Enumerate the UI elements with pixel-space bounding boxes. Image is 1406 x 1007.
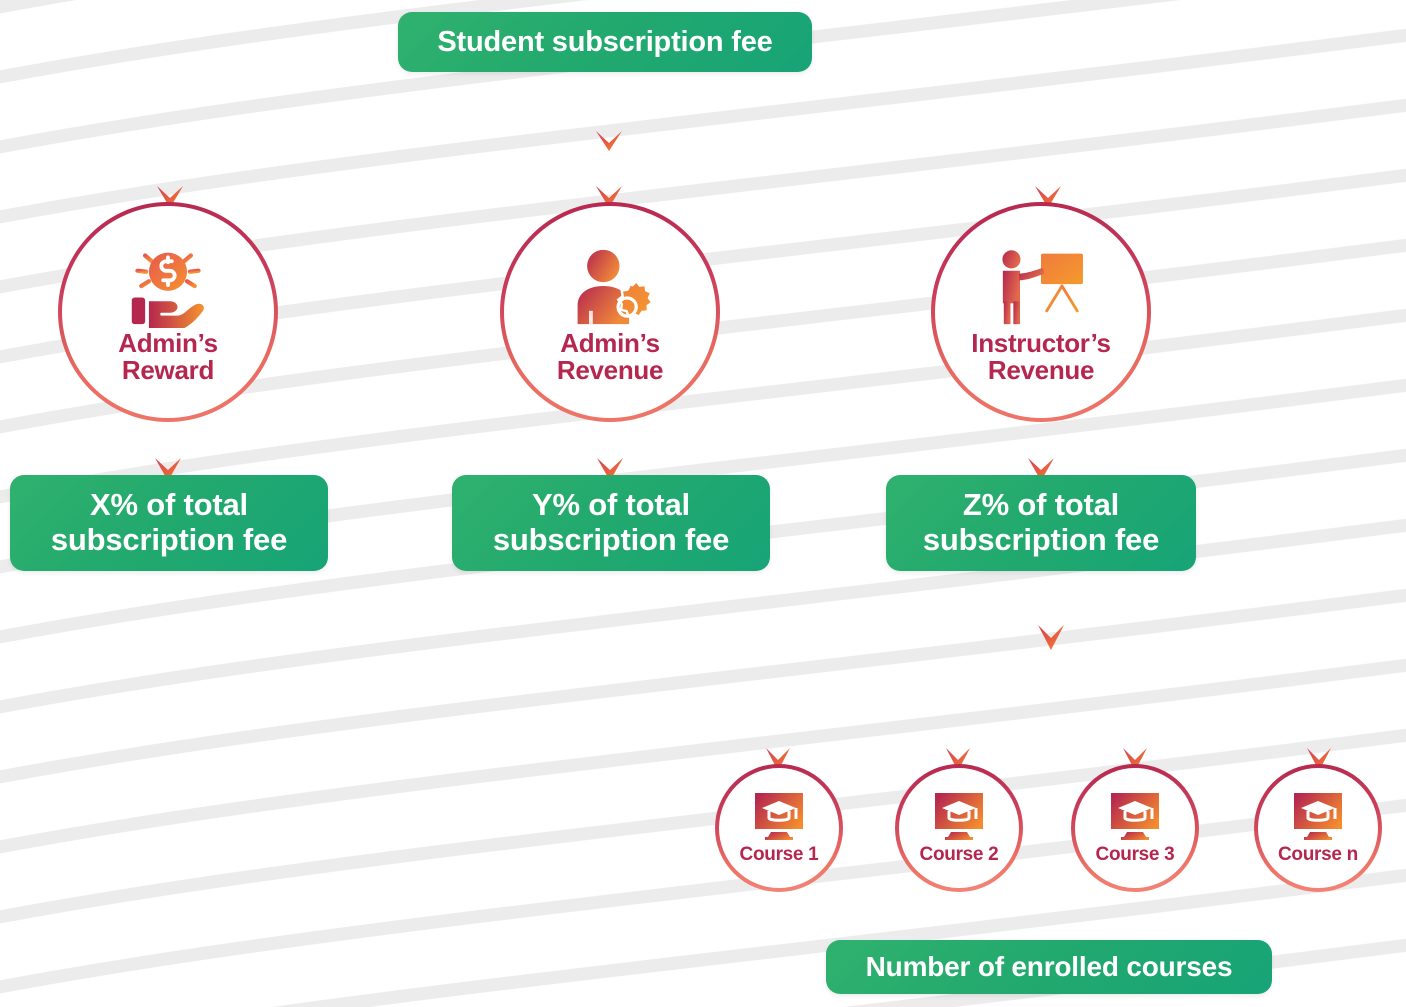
- hand-holding-coin-icon: [131, 252, 204, 328]
- share-box-label: X% of total subscription fee: [50, 487, 288, 557]
- course-monitor-graduation-cap-icon: [1111, 792, 1159, 840]
- enrolled-courses-box[interactable]: Number of enrolled courses: [826, 940, 1272, 994]
- course-label: Course 2: [919, 843, 999, 865]
- course-monitor-graduation-cap-icon: [755, 792, 803, 840]
- node-admin-revenue[interactable]: Admin’s Revenue: [500, 202, 720, 422]
- course-node-3[interactable]: Course 3: [1071, 764, 1199, 892]
- course-monitor-graduation-cap-icon: [1294, 792, 1342, 840]
- course-label: Course 3: [1095, 843, 1175, 865]
- user-gear-icon: [577, 249, 654, 324]
- course-node-2[interactable]: Course 2: [895, 764, 1023, 892]
- course-monitor-graduation-cap-icon: [935, 792, 983, 840]
- share-box-label: Z% of total subscription fee: [922, 487, 1160, 557]
- instructor-whiteboard-icon: [1002, 249, 1083, 324]
- node-instructor-revenue[interactable]: Instructor’s Revenue: [931, 202, 1151, 422]
- share-box-label: Y% of total subscription fee: [492, 487, 730, 557]
- share-box-x[interactable]: X% of total subscription fee: [10, 475, 328, 571]
- node-label: Admin’s Revenue: [556, 327, 664, 385]
- enrolled-courses-label: Number of enrolled courses: [865, 951, 1233, 983]
- node-admin-reward[interactable]: Admin’s Reward: [58, 202, 278, 422]
- share-box-z[interactable]: Z% of total subscription fee: [886, 475, 1196, 571]
- diagram-canvas: Student subscription fee Admin’s Reward …: [0, 0, 1406, 1007]
- course-label: Course 1: [739, 843, 819, 865]
- course-node-1[interactable]: Course 1: [715, 764, 843, 892]
- root-box[interactable]: Student subscription fee: [398, 12, 812, 72]
- share-box-y[interactable]: Y% of total subscription fee: [452, 475, 770, 571]
- node-label: Admin’s Reward: [118, 327, 218, 385]
- course-node-n[interactable]: Course n: [1254, 764, 1382, 892]
- course-label: Course n: [1278, 843, 1358, 865]
- node-label: Instructor’s Revenue: [971, 327, 1111, 385]
- root-box-label: Student subscription fee: [437, 25, 773, 58]
